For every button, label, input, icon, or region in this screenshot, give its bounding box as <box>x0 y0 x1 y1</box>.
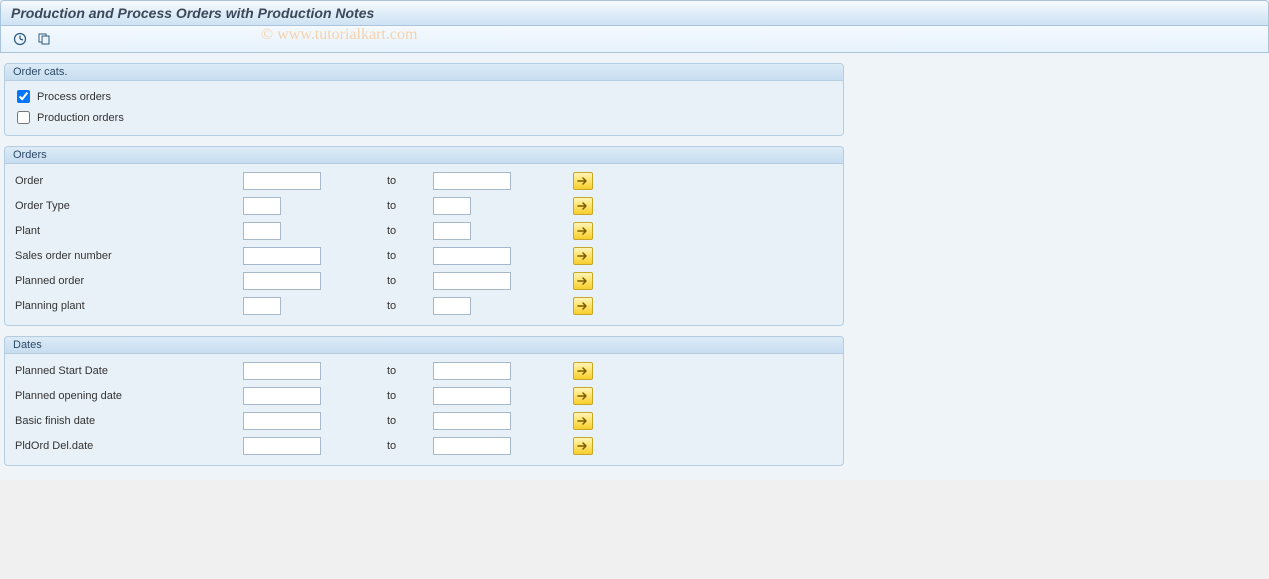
group-title-orders: Orders <box>5 147 843 164</box>
orders-from-planning-plant[interactable] <box>243 297 281 315</box>
arrow-right-icon <box>577 301 589 311</box>
checkbox-process-orders-label: Process orders <box>37 91 111 103</box>
group-orders: Orders OrdertoOrder TypetoPlanttoSales o… <box>4 146 844 326</box>
group-order-cats: Order cats. Process orders Production or… <box>4 63 844 136</box>
orders-label-plant: Plant <box>13 225 243 237</box>
toolbar: © www.tutorialkart.com <box>0 26 1269 53</box>
arrow-right-icon <box>577 176 589 186</box>
orders-to-planned-order[interactable] <box>433 272 511 290</box>
arrow-right-icon <box>577 276 589 286</box>
dates-to-basic-finish-date[interactable] <box>433 412 511 430</box>
dates-to-planned-start-date[interactable] <box>433 362 511 380</box>
variant-icon <box>37 32 51 46</box>
arrow-right-icon <box>577 366 589 376</box>
orders-row-sales-order-number: Sales order number to <box>13 244 835 268</box>
orders-multi-order-type[interactable] <box>573 197 593 215</box>
checkbox-production-orders-row[interactable]: Production orders <box>13 108 835 127</box>
group-dates: Dates Planned Start DatetoPlanned openin… <box>4 336 844 466</box>
group-title-dates: Dates <box>5 337 843 354</box>
arrow-right-icon <box>577 416 589 426</box>
to-label: to <box>383 415 433 427</box>
orders-row-planning-plant: Planning plant to <box>13 294 835 318</box>
dates-multi-basic-finish-date[interactable] <box>573 412 593 430</box>
checkbox-production-orders-label: Production orders <box>37 112 124 124</box>
to-label: to <box>383 365 433 377</box>
arrow-right-icon <box>577 226 589 236</box>
dates-label-planned-opening-date: Planned opening date <box>13 390 243 402</box>
orders-from-order-type[interactable] <box>243 197 281 215</box>
orders-label-planned-order: Planned order <box>13 275 243 287</box>
arrow-right-icon <box>577 391 589 401</box>
dates-row-basic-finish-date: Basic finish date to <box>13 409 835 433</box>
dates-label-planned-start-date: Planned Start Date <box>13 365 243 377</box>
orders-to-sales-order-number[interactable] <box>433 247 511 265</box>
orders-label-order: Order <box>13 175 243 187</box>
arrow-right-icon <box>577 201 589 211</box>
dates-multi-pldord-del-date[interactable] <box>573 437 593 455</box>
to-label: to <box>383 225 433 237</box>
orders-to-plant[interactable] <box>433 222 471 240</box>
dates-row-planned-opening-date: Planned opening date to <box>13 384 835 408</box>
to-label: to <box>383 300 433 312</box>
orders-from-plant[interactable] <box>243 222 281 240</box>
content-area: Order cats. Process orders Production or… <box>0 53 1269 480</box>
orders-to-planning-plant[interactable] <box>433 297 471 315</box>
to-label: to <box>383 390 433 402</box>
orders-from-sales-order-number[interactable] <box>243 247 321 265</box>
orders-row-planned-order: Planned order to <box>13 269 835 293</box>
orders-label-planning-plant: Planning plant <box>13 300 243 312</box>
dates-row-planned-start-date: Planned Start Date to <box>13 359 835 383</box>
to-label: to <box>383 250 433 262</box>
to-label: to <box>383 175 433 187</box>
dates-label-basic-finish-date: Basic finish date <box>13 415 243 427</box>
orders-multi-plant[interactable] <box>573 222 593 240</box>
dates-from-basic-finish-date[interactable] <box>243 412 321 430</box>
clock-execute-icon <box>13 32 27 46</box>
arrow-right-icon <box>577 251 589 261</box>
orders-row-order: Order to <box>13 169 835 193</box>
orders-label-order-type: Order Type <box>13 200 243 212</box>
orders-row-plant: Plant to <box>13 219 835 243</box>
title-bar: Production and Process Orders with Produ… <box>0 0 1269 26</box>
orders-multi-planning-plant[interactable] <box>573 297 593 315</box>
to-label: to <box>383 275 433 287</box>
execute-button[interactable] <box>11 30 29 48</box>
orders-from-planned-order[interactable] <box>243 272 321 290</box>
watermark: © www.tutorialkart.com <box>261 26 417 44</box>
to-label: to <box>383 440 433 452</box>
variant-button[interactable] <box>35 30 53 48</box>
dates-row-pldord-del-date: PldOrd Del.date to <box>13 434 835 458</box>
orders-label-sales-order-number: Sales order number <box>13 250 243 262</box>
orders-to-order-type[interactable] <box>433 197 471 215</box>
orders-multi-sales-order-number[interactable] <box>573 247 593 265</box>
to-label: to <box>383 200 433 212</box>
dates-multi-planned-start-date[interactable] <box>573 362 593 380</box>
dates-from-pldord-del-date[interactable] <box>243 437 321 455</box>
checkbox-process-orders[interactable] <box>17 90 30 103</box>
arrow-right-icon <box>577 441 589 451</box>
dates-label-pldord-del-date: PldOrd Del.date <box>13 440 243 452</box>
checkbox-production-orders[interactable] <box>17 111 30 124</box>
dates-multi-planned-opening-date[interactable] <box>573 387 593 405</box>
orders-multi-planned-order[interactable] <box>573 272 593 290</box>
orders-row-order-type: Order Type to <box>13 194 835 218</box>
dates-from-planned-start-date[interactable] <box>243 362 321 380</box>
page-title: Production and Process Orders with Produ… <box>11 5 374 21</box>
orders-multi-order[interactable] <box>573 172 593 190</box>
orders-from-order[interactable] <box>243 172 321 190</box>
dates-from-planned-opening-date[interactable] <box>243 387 321 405</box>
orders-to-order[interactable] <box>433 172 511 190</box>
dates-to-pldord-del-date[interactable] <box>433 437 511 455</box>
group-title-order-cats: Order cats. <box>5 64 843 81</box>
checkbox-process-orders-row[interactable]: Process orders <box>13 87 835 106</box>
dates-to-planned-opening-date[interactable] <box>433 387 511 405</box>
